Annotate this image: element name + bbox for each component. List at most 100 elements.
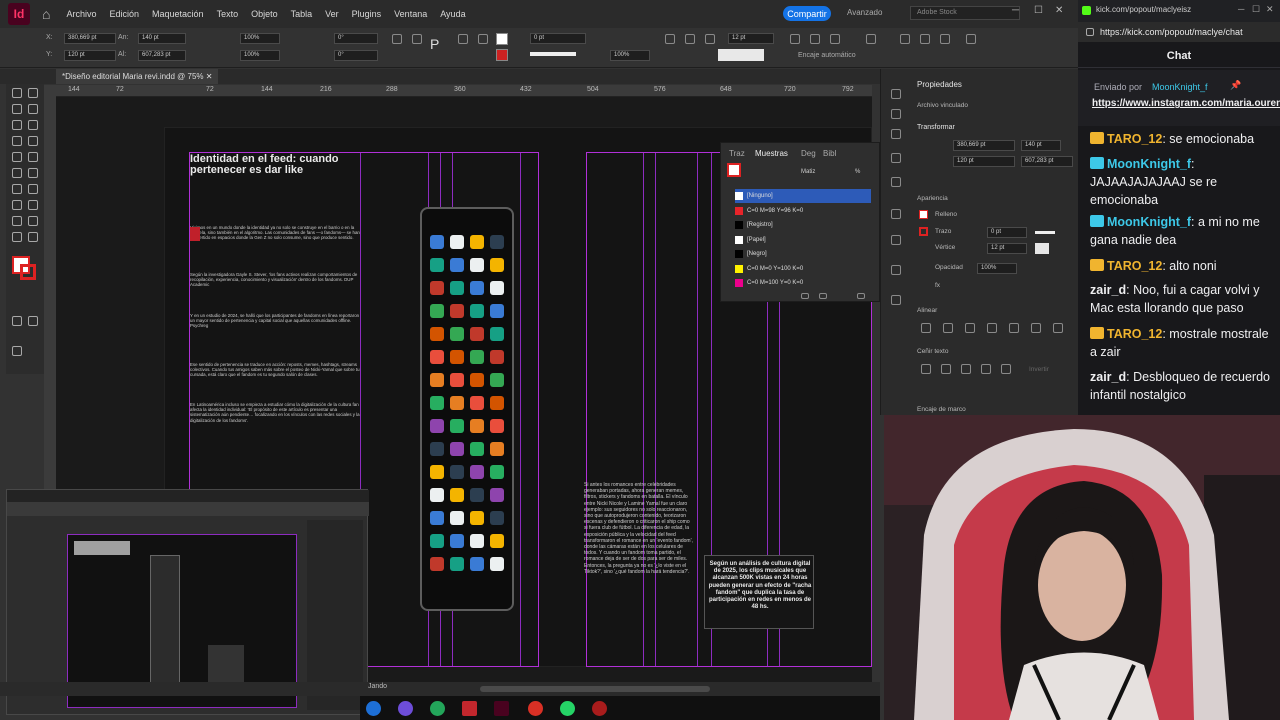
corner-size-field[interactable]: 12 pt: [728, 33, 774, 44]
color-preview[interactable]: [718, 49, 764, 61]
swatch-row[interactable]: C=0 M=98 Y=96 K=0: [735, 204, 871, 218]
browser-tab[interactable]: kick.com/popout/maclyeisz ─ ☐ ✕: [1078, 0, 1280, 22]
article-body-paragraph[interactable]: Y en un estudio de 2024, se halló que lo…: [190, 313, 360, 355]
callout-box[interactable]: Según un análisis de cultura digital de …: [704, 555, 814, 629]
close-icon[interactable]: ✕: [1055, 5, 1063, 16]
rectangle-frame-tool-icon[interactable]: [12, 168, 22, 178]
y-field[interactable]: 120 pt: [64, 50, 116, 61]
chat-username[interactable]: MoonKnight_f: [1107, 215, 1191, 229]
swatch-row[interactable]: C=0 M=0 Y=100 K=0: [735, 262, 871, 276]
prop-x-field[interactable]: 380,669 pt: [953, 140, 1015, 151]
chat-username[interactable]: TARO_12: [1107, 327, 1162, 341]
fit-content-icon[interactable]: [790, 34, 800, 44]
gap-tool-icon[interactable]: [28, 104, 38, 114]
align-center-icon[interactable]: [685, 34, 695, 44]
chat-message[interactable]: MoonKnight_f: a mi no me gana nadie dea: [1090, 213, 1275, 249]
right-page-body[interactable]: Si antes los romances entre celebridades…: [584, 482, 694, 658]
stroke-swatch[interactable]: [496, 49, 508, 61]
note-tool-icon[interactable]: [12, 216, 22, 226]
wrap-none-icon[interactable]: [921, 364, 931, 374]
phone-image-frame[interactable]: [420, 207, 514, 611]
article-title[interactable]: Identidad en el feed: cuando pertenecer …: [190, 154, 358, 176]
app-icon[interactable]: [430, 701, 445, 716]
menu-plugins[interactable]: Plugins: [352, 9, 382, 19]
paragraph-styles-icon[interactable]: [891, 295, 901, 305]
effects-panel-icon[interactable]: [891, 235, 901, 245]
opacity-field[interactable]: 100%: [610, 50, 650, 61]
horizontal-ruler[interactable]: 144 72 72 144 216 288 360 432 504 576 648 720 792: [56, 85, 872, 97]
chat-message[interactable]: TARO_12: se emocionaba: [1090, 130, 1275, 148]
wrap-jump-object-icon[interactable]: [981, 364, 991, 374]
chat-message[interactable]: MoonKnight_f: JAJAAJAJAJAAJ se re emocio…: [1090, 155, 1275, 209]
address-bar[interactable]: https://kick.com/popout/maclye/chat: [1078, 22, 1280, 42]
home-icon[interactable]: ⌂: [42, 6, 50, 22]
preview-mode-icon[interactable]: [12, 316, 22, 326]
fx-label[interactable]: fx: [935, 282, 940, 289]
align-top-edges-icon[interactable]: [987, 323, 997, 333]
swatch-row[interactable]: [Ninguno]: [735, 189, 871, 203]
align-right-icon[interactable]: [705, 34, 715, 44]
character-styles-icon[interactable]: [891, 265, 901, 275]
new-folder-icon[interactable]: [819, 293, 827, 299]
pages-panel-icon[interactable]: [891, 89, 901, 99]
gradient-tool-icon[interactable]: [12, 200, 22, 210]
distribute-icon[interactable]: [900, 34, 910, 44]
gradient-feather-tool-icon[interactable]: [28, 200, 38, 210]
chat-message[interactable]: TARO_12: alto noni: [1090, 257, 1275, 275]
selection-tool-icon[interactable]: [12, 88, 22, 98]
rectangle-tool-icon[interactable]: [28, 168, 38, 178]
fit-frame-icon[interactable]: [810, 34, 820, 44]
chat-message[interactable]: zair_d: Desbloqueo de recuerdo infantil …: [1090, 368, 1275, 404]
prop-y-field[interactable]: 120 pt: [953, 156, 1015, 167]
tab-gradient[interactable]: Deg: [801, 149, 816, 158]
page-tool-icon[interactable]: [12, 104, 22, 114]
streamlabs-icon[interactable]: [462, 701, 477, 716]
prop-opacity-field[interactable]: 100%: [977, 263, 1017, 274]
minimize-icon[interactable]: ─: [1012, 5, 1019, 16]
chat-message[interactable]: TARO_12: mostrale mostrale a zair: [1090, 325, 1275, 361]
indesign-taskbar-icon[interactable]: [494, 701, 509, 716]
cc-libraries-icon[interactable]: [891, 209, 901, 219]
center-content-icon[interactable]: [830, 34, 840, 44]
prop-h-field[interactable]: 607,283 pt: [1021, 156, 1073, 167]
select-content-icon[interactable]: [458, 34, 468, 44]
maximize-icon[interactable]: ☐: [1034, 5, 1043, 16]
distribute-vertical-icon[interactable]: [920, 34, 930, 44]
align-bottom-edges-icon[interactable]: [1031, 323, 1041, 333]
wrap-next-column-icon[interactable]: [1001, 364, 1011, 374]
menu-archivo[interactable]: Archivo: [66, 9, 96, 19]
tab-library[interactable]: Bibl: [823, 149, 836, 158]
chat-username[interactable]: zair_d: [1090, 370, 1126, 384]
effects-icon[interactable]: [966, 34, 976, 44]
pinned-link[interactable]: https://www.instagram.com/maria.ourens?.…: [1092, 97, 1280, 110]
article-body-paragraph[interactable]: Ese sentido de pertenencia se traduce en…: [190, 362, 360, 396]
grid-icon[interactable]: [940, 34, 950, 44]
align-v-centers-icon[interactable]: [1009, 323, 1019, 333]
menu-ayuda[interactable]: Ayuda: [440, 9, 465, 19]
chat-username[interactable]: TARO_12: [1107, 259, 1162, 273]
site-info-icon[interactable]: [1086, 28, 1094, 36]
scale-x-field[interactable]: 100%: [240, 33, 280, 44]
menu-edicion[interactable]: Edición: [109, 9, 139, 19]
menu-texto[interactable]: Texto: [217, 9, 239, 19]
swatch-row[interactable]: C=0 M=100 Y=0 K=0: [735, 276, 871, 290]
scale-y-field[interactable]: 100%: [240, 50, 280, 61]
line-tool-icon[interactable]: [28, 136, 38, 146]
align-right-edges-icon[interactable]: [965, 323, 975, 333]
swatch-row[interactable]: [Papel]: [735, 233, 871, 247]
discord-icon[interactable]: [398, 701, 413, 716]
rotate-icon[interactable]: [392, 34, 402, 44]
layers-panel-icon[interactable]: [891, 109, 901, 119]
zoom-tool-icon[interactable]: [28, 232, 38, 242]
menu-ventana[interactable]: Ventana: [394, 9, 427, 19]
swatch-row[interactable]: [Negro]: [735, 247, 871, 261]
horizontal-scrollbar[interactable]: [480, 686, 710, 692]
swatch-row[interactable]: [Registro]: [735, 218, 871, 232]
pinned-user[interactable]: MoonKnight_f: [1152, 82, 1208, 92]
flip-icon[interactable]: [412, 34, 422, 44]
prop-corner-field[interactable]: 12 pt: [987, 243, 1027, 254]
close-icon[interactable]: ✕: [1266, 4, 1274, 15]
article-body-paragraph[interactable]: En Latinoamérica incluso se empieza a es…: [190, 402, 360, 450]
pencil-tool-icon[interactable]: [28, 152, 38, 162]
h-field[interactable]: 607,283 pt: [138, 50, 186, 61]
